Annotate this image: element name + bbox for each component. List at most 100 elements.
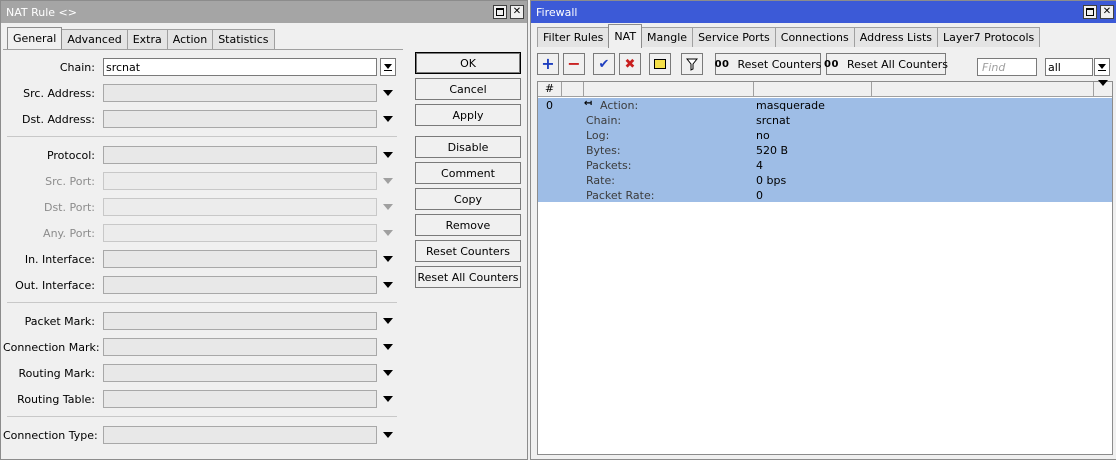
firewall-titlebar[interactable]: Firewall ✕ (531, 1, 1117, 23)
packet-mark-row: Packet Mark: (3, 312, 403, 330)
apply-button[interactable]: Apply (415, 104, 521, 126)
column-header-number[interactable]: # (538, 82, 562, 97)
routing-table-row: Routing Table: (3, 390, 403, 408)
comment-button[interactable]: Comment (415, 162, 521, 184)
src-address-dropdown-icon[interactable] (381, 84, 395, 102)
any-port-label: Any. Port: (43, 226, 95, 240)
property-value: masquerade (756, 99, 825, 112)
routing-mark-input[interactable] (103, 364, 377, 382)
nat-rule-titlebar[interactable]: NAT Rule <> ✕ (1, 1, 527, 23)
maximize-icon[interactable] (493, 5, 507, 19)
chain-input[interactable]: srcnat (103, 58, 377, 76)
filter-select[interactable]: all (1045, 58, 1093, 76)
ok-button[interactable]: OK (415, 52, 521, 74)
connection-type-input[interactable] (103, 426, 377, 444)
tab-nat[interactable]: NAT (608, 24, 643, 48)
maximize-icon[interactable] (1083, 5, 1097, 19)
dst-port-label: Dst. Port: (43, 200, 95, 214)
protocol-row: Protocol: (3, 146, 403, 164)
funnel-icon (686, 58, 698, 71)
packet-mark-input[interactable] (103, 312, 377, 330)
src-port-row: Src. Port: (3, 172, 403, 190)
counter-icon: 00 (714, 58, 730, 70)
nat-rule-window: NAT Rule <> ✕ General Advanced Extra Act… (0, 0, 528, 460)
comment-rule-button[interactable] (649, 53, 671, 75)
remove-button[interactable]: Remove (415, 214, 521, 236)
out-interface-dropdown-icon[interactable] (381, 276, 395, 294)
tab-general[interactable]: General (7, 27, 63, 49)
in-interface-dropdown-icon[interactable] (381, 250, 395, 268)
protocol-input[interactable] (103, 146, 377, 164)
table-header: # (538, 80, 1112, 99)
routing-mark-dropdown-icon[interactable] (381, 364, 395, 382)
separator (7, 416, 397, 417)
general-form: Chain: srcnat Src. Address: Dst. Address… (3, 49, 403, 459)
add-button[interactable]: + (537, 53, 559, 75)
tab-connections[interactable]: Connections (774, 27, 855, 47)
property-name: Log: (586, 129, 610, 142)
reset-all-counters-button[interactable]: Reset All Counters (415, 266, 521, 288)
find-input[interactable]: Find (977, 58, 1037, 76)
chain-dropdown-icon[interactable] (380, 58, 396, 76)
filter-select-dropdown-icon[interactable] (1094, 58, 1110, 76)
any-port-input (103, 224, 377, 242)
check-icon: ✔ (598, 56, 610, 72)
src-address-label: Src. Address: (23, 86, 95, 100)
filter-button[interactable] (681, 53, 703, 75)
tab-extra[interactable]: Extra (126, 29, 168, 49)
packet-mark-dropdown-icon[interactable] (381, 312, 395, 330)
tab-action[interactable]: Action (166, 29, 214, 49)
any-port-row: Any. Port: (3, 224, 403, 242)
remove-rule-button[interactable]: − (563, 53, 585, 75)
dst-address-input[interactable] (103, 110, 377, 128)
reset-counters-button[interactable]: Reset Counters (415, 240, 521, 262)
connection-mark-input[interactable] (103, 338, 377, 356)
disable-rule-button[interactable]: ✖ (619, 53, 641, 75)
property-name: Chain: (586, 114, 622, 127)
cross-icon: ✖ (624, 56, 636, 72)
tab-statistics[interactable]: Statistics (212, 29, 275, 49)
enable-button[interactable]: ✔ (593, 53, 615, 75)
property-value: srcnat (756, 114, 791, 127)
tab-filter-rules[interactable]: Filter Rules (537, 27, 610, 47)
out-interface-row: Out. Interface: (3, 276, 403, 294)
firewall-window: Firewall ✕ Filter Rules NAT Mangle Servi… (530, 0, 1118, 460)
tab-advanced[interactable]: Advanced (61, 29, 128, 49)
connection-mark-row: Connection Mark: (3, 338, 403, 356)
routing-table-dropdown-icon[interactable] (381, 390, 395, 408)
disable-button[interactable]: Disable (415, 136, 521, 158)
connection-type-dropdown-icon[interactable] (381, 426, 395, 444)
column-header-value[interactable] (754, 82, 872, 97)
close-icon[interactable]: ✕ (510, 5, 524, 19)
out-interface-input[interactable] (103, 276, 377, 294)
separator (7, 302, 397, 303)
property-name: Packet Rate: (586, 189, 655, 202)
protocol-dropdown-icon[interactable] (381, 146, 395, 164)
table-row[interactable]: 0 ↤ Action: masquerade Chain: srcnat Log… (538, 98, 1112, 202)
cancel-button[interactable]: Cancel (415, 78, 521, 100)
routing-table-input[interactable] (103, 390, 377, 408)
reset-counters-label: Reset Counters (737, 57, 822, 71)
column-header-flags[interactable] (562, 82, 584, 97)
src-address-input[interactable] (103, 84, 377, 102)
dst-address-label: Dst. Address: (21, 112, 95, 126)
in-interface-input[interactable] (103, 250, 377, 268)
tab-mangle[interactable]: Mangle (641, 27, 694, 47)
connection-mark-dropdown-icon[interactable] (381, 338, 395, 356)
reset-all-counters-toolbar-button[interactable]: 00 Reset All Counters (824, 53, 948, 75)
tab-service-ports[interactable]: Service Ports (692, 27, 776, 47)
column-header-property[interactable] (584, 82, 754, 97)
counter-icon: 00 (824, 58, 839, 70)
property-value: 4 (756, 159, 763, 172)
tab-layer7-protocols[interactable]: Layer7 Protocols (937, 27, 1041, 47)
property-value: 520 B (756, 144, 789, 157)
tab-address-lists[interactable]: Address Lists (853, 27, 939, 47)
reset-counters-toolbar-button[interactable]: 00 Reset Counters (715, 53, 821, 75)
copy-button[interactable]: Copy (415, 188, 521, 210)
firewall-tabs: Filter Rules NAT Mangle Service Ports Co… (537, 24, 1041, 48)
close-icon[interactable]: ✕ (1100, 5, 1114, 19)
action-arrow-icon: ↤ (584, 98, 593, 109)
column-header-extra[interactable] (872, 82, 1094, 97)
dst-address-dropdown-icon[interactable] (381, 110, 395, 128)
chain-label: Chain: (59, 60, 95, 74)
